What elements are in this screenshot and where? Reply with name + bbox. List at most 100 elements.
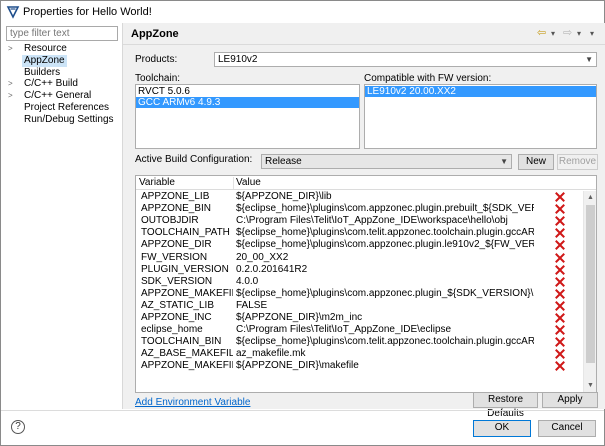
table-row[interactable]: APPZONE_MAKEFILE_COMMON ${eclipse_home}\… <box>136 288 596 300</box>
variable-cell: PLUGIN_VERSION <box>141 263 229 275</box>
chevron-right-icon[interactable]: > <box>8 78 13 90</box>
fw-version-option-selected[interactable]: LE910v2 20.00.XX2 <box>365 86 596 97</box>
table-row[interactable]: AZ_BASE_MAKEFILE az_makefile.mk <box>136 348 596 360</box>
new-config-button[interactable]: New <box>518 154 554 170</box>
table-row[interactable]: FW_VERSION 20_00_XX2 <box>136 252 596 264</box>
table-row[interactable]: OUTOBJDIR C:\Program Files\Telit\IoT_App… <box>136 215 596 227</box>
remove-config-button[interactable]: Remove <box>557 154 598 170</box>
value-cell[interactable]: ${APPZONE_DIR}\makefile <box>236 360 534 372</box>
value-cell[interactable]: 4.0.0 <box>236 276 534 288</box>
value-cell[interactable]: az_makefile.mk <box>236 348 534 360</box>
view-menu-chevron-down-icon[interactable]: ▾ <box>590 27 594 40</box>
toolchain-label: Toolchain: <box>135 73 181 84</box>
column-separator[interactable] <box>233 177 234 189</box>
back-menu-chevron-down-icon[interactable]: ▾ <box>551 27 555 40</box>
properties-dialog: Properties for Hello World! > Resource A… <box>0 0 605 446</box>
restore-defaults-button[interactable]: Restore Defaults <box>473 392 538 419</box>
table-row[interactable]: APPZONE_DIR ${eclipse_home}\plugins\com.… <box>136 239 596 251</box>
products-select-value: LE910v2 <box>218 54 258 65</box>
delete-x-icon[interactable] <box>554 240 565 251</box>
tree-item-run-debug-settings[interactable]: Run/Debug Settings <box>6 114 121 126</box>
table-header: Variable Value <box>136 176 596 190</box>
scrollbar-thumb[interactable] <box>586 205 595 363</box>
delete-x-icon[interactable] <box>554 288 565 299</box>
back-arrow-icon[interactable]: ⇦ <box>537 27 546 40</box>
value-cell[interactable]: ${eclipse_home}\plugins\com.appzonec.plu… <box>236 288 534 300</box>
variable-cell: APPZONE_BIN <box>141 203 212 215</box>
table-row[interactable]: APPZONE_INC ${APPZONE_DIR}\m2m_inc <box>136 312 596 324</box>
filter-input[interactable] <box>6 26 118 41</box>
table-row[interactable]: eclipse_home C:\Program Files\Telit\IoT_… <box>136 324 596 336</box>
tree-item-label: Resource <box>24 43 67 54</box>
value-cell[interactable]: ${eclipse_home}\plugins\com.appzonec.plu… <box>236 239 534 251</box>
value-cell[interactable]: 20_00_XX2 <box>236 252 534 264</box>
ok-button[interactable]: OK <box>473 420 531 437</box>
delete-x-icon[interactable] <box>554 192 565 202</box>
value-cell[interactable]: ${eclipse_home}\plugins\com.telit.appzon… <box>236 227 534 239</box>
variable-cell: APPZONE_INC <box>141 312 212 323</box>
tree-item-project-references[interactable]: Project References <box>6 102 121 114</box>
delete-x-icon[interactable] <box>554 228 565 239</box>
toolchain-option[interactable]: RVCT 5.0.6 <box>136 86 359 97</box>
value-cell[interactable]: ${eclipse_home}\plugins\com.telit.appzon… <box>236 336 534 348</box>
table-vertical-scrollbar[interactable]: ▲ ▼ <box>583 191 596 392</box>
tree-item-label: Run/Debug Settings <box>24 113 114 125</box>
delete-x-icon[interactable] <box>554 204 565 215</box>
cancel-button[interactable]: Cancel <box>538 420 596 437</box>
tree-item-label: Builders <box>24 66 61 78</box>
column-header-value[interactable]: Value <box>236 176 261 190</box>
chevron-right-icon[interactable]: > <box>8 43 13 55</box>
scroll-down-icon[interactable]: ▼ <box>584 379 596 392</box>
table-row[interactable]: APPZONE_LIB ${APPZONE_DIR}\lib <box>136 191 596 203</box>
help-icon[interactable]: ? <box>11 420 25 434</box>
delete-x-icon[interactable] <box>554 300 565 311</box>
table-row[interactable]: TOOLCHAIN_PATH ${eclipse_home}\plugins\c… <box>136 227 596 239</box>
tree-item-cpp-build[interactable]: > C/C++ Build <box>6 78 121 90</box>
products-select[interactable]: LE910v2 ▼ <box>214 52 597 67</box>
delete-x-icon[interactable] <box>554 337 565 348</box>
chevron-right-icon[interactable]: > <box>8 90 13 102</box>
tree-item-label: C/C++ Build <box>24 78 78 90</box>
tree-item-cpp-general[interactable]: > C/C++ General <box>6 90 121 102</box>
build-config-select[interactable]: Release ▼ <box>261 154 512 169</box>
table-row[interactable]: PLUGIN_VERSION 0.2.0.201641R2 <box>136 264 596 276</box>
tree-item-builders[interactable]: Builders <box>6 67 121 79</box>
toolchain-option-selected[interactable]: GCC ARMv6 4.9.3 <box>136 97 359 108</box>
eclipse-properties-icon <box>6 6 20 19</box>
delete-x-icon[interactable] <box>554 325 565 336</box>
table-row[interactable]: APPZONE_MAKEFILE ${APPZONE_DIR}\makefile <box>136 360 596 372</box>
value-cell[interactable]: ${APPZONE_DIR}\m2m_inc <box>236 312 534 324</box>
forward-arrow-icon[interactable]: ⇨ <box>563 27 572 40</box>
table-row[interactable]: AZ_STATIC_LIB FALSE <box>136 300 596 312</box>
apply-button[interactable]: Apply <box>542 392 598 408</box>
value-cell[interactable]: ${eclipse_home}\plugins\com.appzonec.plu… <box>236 203 534 215</box>
forward-menu-chevron-down-icon[interactable]: ▾ <box>577 27 581 40</box>
delete-x-icon[interactable] <box>554 276 565 287</box>
value-cell[interactable]: C:\Program Files\Telit\IoT_AppZone_IDE\e… <box>236 324 534 336</box>
delete-x-icon[interactable] <box>554 313 565 323</box>
value-cell[interactable]: ${APPZONE_DIR}\lib <box>236 191 534 203</box>
tree-item-resource[interactable]: > Resource <box>6 43 121 55</box>
value-cell[interactable]: C:\Program Files\Telit\IoT_AppZone_IDE\w… <box>236 215 534 227</box>
table-row[interactable]: TOOLCHAIN_BIN ${eclipse_home}\plugins\co… <box>136 336 596 348</box>
add-environment-variable-link[interactable]: Add Environment Variable <box>135 397 250 408</box>
tree-item-appzone[interactable]: AppZone <box>6 54 121 67</box>
value-cell[interactable]: FALSE <box>236 300 534 312</box>
delete-x-icon[interactable] <box>554 349 565 360</box>
column-header-variable[interactable]: Variable <box>139 176 175 190</box>
property-tree: > Resource AppZone Builders > C/C++ Buil… <box>6 43 121 126</box>
tree-item-label: Project References <box>24 101 110 113</box>
products-label: Products: <box>135 54 178 65</box>
appzone-page: AppZone ⇦ ▾ ⇨ ▾ ▾ Products: LE910v2 ▼ To… <box>123 23 605 419</box>
delete-x-icon[interactable] <box>554 264 565 275</box>
toolchain-list: RVCT 5.0.6 GCC ARMv6 4.9.3 <box>135 84 360 149</box>
scroll-up-icon[interactable]: ▲ <box>584 191 596 204</box>
value-cell[interactable]: 0.2.0.201641R2 <box>236 264 534 276</box>
tree-item-label: AppZone <box>22 54 67 67</box>
table-row[interactable]: APPZONE_BIN ${eclipse_home}\plugins\com.… <box>136 203 596 215</box>
delete-x-icon[interactable] <box>554 252 565 263</box>
table-row[interactable]: SDK_VERSION 4.0.0 <box>136 276 596 288</box>
variable-cell: APPZONE_LIB <box>141 191 210 202</box>
delete-x-icon[interactable] <box>554 216 565 227</box>
delete-x-icon[interactable] <box>554 361 565 372</box>
